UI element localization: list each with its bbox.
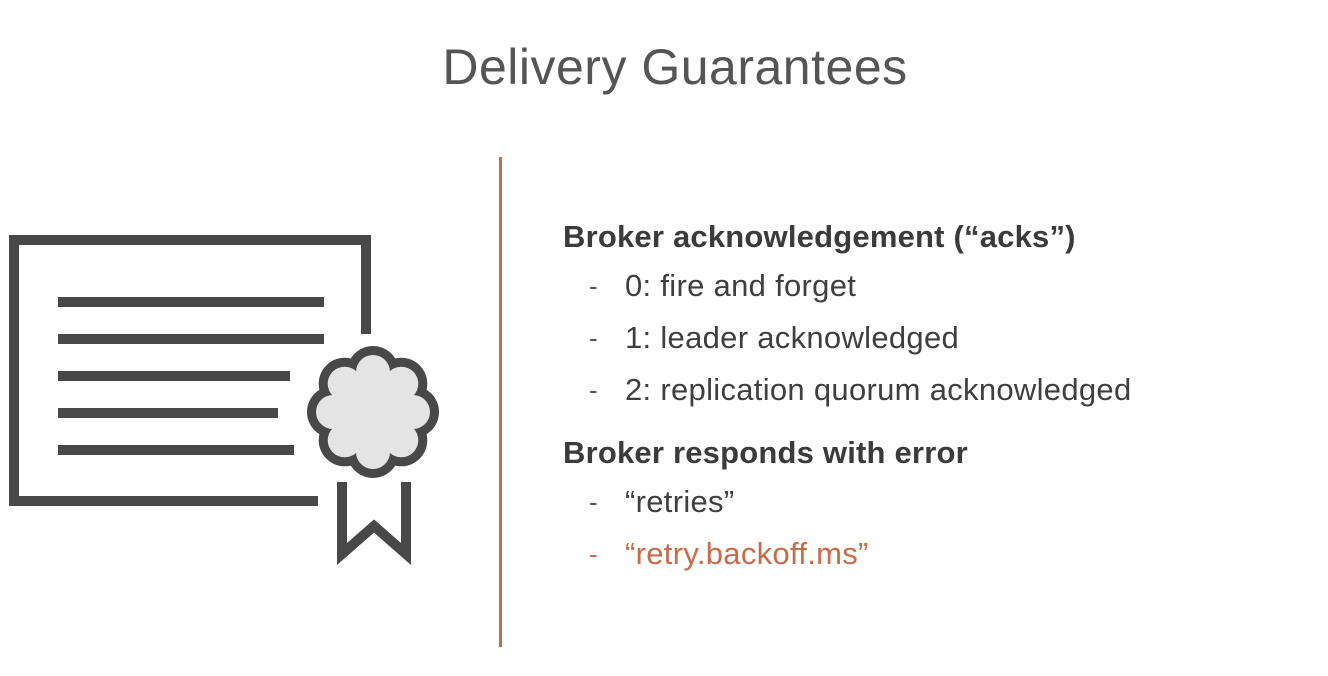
section-acks: Broker acknowledgement (“acks”) - 0: fir… bbox=[563, 214, 1323, 416]
content-panel: Broker acknowledgement (“acks”) - 0: fir… bbox=[563, 214, 1323, 580]
certificate-text-lines bbox=[58, 297, 324, 455]
dash-bullet: - bbox=[589, 539, 598, 569]
list-item: - 1: leader acknowledged bbox=[563, 312, 1323, 364]
dash-bullet: - bbox=[589, 323, 598, 353]
section-errors: Broker responds with error - “retries” -… bbox=[563, 430, 1323, 580]
dash-bullet: - bbox=[589, 271, 598, 301]
section-heading-errors: Broker responds with error bbox=[563, 435, 968, 470]
errors-list: - “retries” - “retry.backoff.ms” bbox=[563, 476, 1323, 580]
acks-list: - 0: fire and forget - 1: leader acknowl… bbox=[563, 260, 1323, 416]
seal-icon bbox=[307, 346, 439, 478]
list-item: - 0: fire and forget bbox=[563, 260, 1323, 312]
list-item: - 2: replication quorum acknowledged bbox=[563, 364, 1323, 416]
section-heading-acks: Broker acknowledgement (“acks”) bbox=[563, 219, 1076, 254]
list-item: - “retries” bbox=[563, 476, 1323, 528]
dash-bullet: - bbox=[589, 487, 598, 517]
certificate-icon bbox=[9, 235, 439, 566]
list-item-text: “retry.backoff.ms” bbox=[625, 536, 869, 571]
list-item-text: 1: leader acknowledged bbox=[625, 320, 960, 355]
ribbon-icon bbox=[337, 482, 411, 566]
vertical-divider bbox=[499, 157, 502, 647]
certificate-frame bbox=[9, 235, 371, 506]
dash-bullet: - bbox=[589, 375, 598, 405]
list-item-text: 0: fire and forget bbox=[625, 268, 857, 303]
slide-title: Delivery Guarantees bbox=[442, 39, 908, 95]
slide: Delivery Guarantees Broker acknowledgeme… bbox=[0, 0, 1328, 676]
list-item-highlighted: - “retry.backoff.ms” bbox=[563, 528, 1323, 580]
list-item-text: “retries” bbox=[625, 484, 735, 519]
list-item-text: 2: replication quorum acknowledged bbox=[625, 372, 1132, 407]
